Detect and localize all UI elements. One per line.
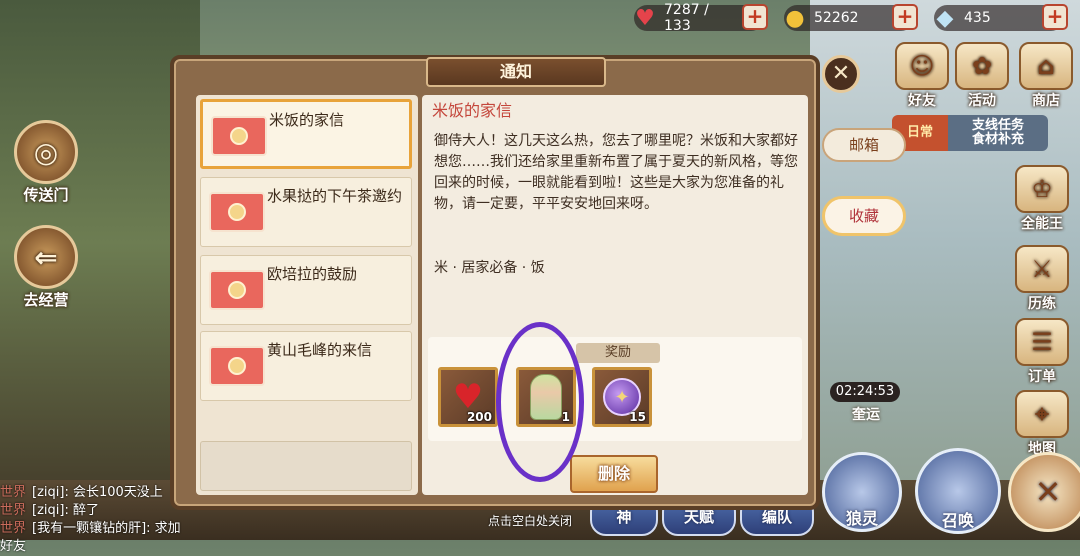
stamina-value: 7287 / 133 bbox=[664, 2, 709, 34]
mail-list: 米饭的家信 水果挞的下午茶邀约 欧培拉的鼓励 黄山毛峰的来信 bbox=[196, 95, 418, 495]
goto-business-button[interactable]: ⇐ 去经营 bbox=[6, 225, 86, 310]
events-label: 活动 bbox=[968, 93, 996, 109]
side-task-tab[interactable]: 支线任务 食材补充 bbox=[948, 115, 1048, 151]
gold-value: 52262 bbox=[814, 10, 859, 26]
tap-to-close-hint: 点击空白处关闭 bbox=[487, 514, 572, 528]
portal-label: 传送门 bbox=[23, 186, 69, 204]
close-icon[interactable]: ✕ bbox=[822, 55, 860, 93]
mail-item-title: 黄山毛峰的来信 bbox=[267, 341, 373, 359]
mail-content: 米饭的家信 御侍大人！这几天这么热，您去了哪里呢？米饭和大家都好想您……我们还给… bbox=[422, 95, 808, 495]
shop-icon: ⌂ bbox=[1019, 42, 1073, 90]
reward-item-orb[interactable]: ✦ 15 bbox=[592, 367, 652, 427]
summon-label: 召唤 bbox=[941, 511, 974, 530]
reward-label: 奖励 bbox=[576, 343, 660, 363]
heart-icon: ♥ bbox=[635, 5, 655, 31]
chat-line: 世界 [ziqi]: 醉了 bbox=[0, 503, 99, 518]
tab-favorites[interactable]: 收藏 bbox=[822, 196, 906, 236]
fork-spoon-button[interactable]: ✕ bbox=[1008, 452, 1080, 532]
heart-icon: ♥ bbox=[452, 377, 484, 417]
side-task-label: 支线任务 食材补充 bbox=[971, 118, 1024, 147]
character-icon bbox=[530, 374, 562, 420]
clipboard-icon: ☰ bbox=[1015, 318, 1069, 366]
reward-qty: 1 bbox=[561, 410, 570, 424]
daily-tasks-label: 日常 bbox=[906, 125, 933, 140]
omni-icon: ♔ bbox=[1015, 165, 1069, 213]
diamond-icon: ◆ bbox=[936, 5, 954, 31]
world-chat[interactable]: 世界 [ziqi]: 会长100天没上 世界 [ziqi]: 醉了 世界 [我有一颗镶… bbox=[0, 484, 190, 556]
notice-dialog: 通知 米饭的家信 水果挞的下午茶邀约 欧培拉的鼓励 黄山毛峰的来信 米饭的家信 … bbox=[170, 55, 820, 510]
mail-item-opera[interactable]: 欧培拉的鼓励 bbox=[200, 255, 412, 325]
shop-button[interactable]: ⌂ 商店 bbox=[1014, 42, 1078, 110]
expedition-timer: 02:24:53 bbox=[830, 382, 900, 402]
dialog-title: 通知 bbox=[426, 57, 606, 87]
mail-item-title: 水果挞的下午茶邀约 bbox=[267, 187, 403, 205]
add-stamina-button[interactable]: + bbox=[742, 4, 768, 30]
envelope-icon bbox=[209, 192, 265, 232]
mail-item-rice[interactable]: 米饭的家信 bbox=[200, 99, 412, 169]
portal-icon: ◎ bbox=[14, 120, 78, 184]
events-icon: ✿ bbox=[955, 42, 1009, 90]
envelope-icon bbox=[209, 346, 265, 386]
add-gold-button[interactable]: + bbox=[892, 4, 918, 30]
add-gem-button[interactable]: + bbox=[1042, 4, 1068, 30]
orders-label: 订单 bbox=[1028, 369, 1056, 385]
mail-item-huangshan[interactable]: 黄山毛峰的来信 bbox=[200, 331, 412, 401]
omni-label: 全能王 bbox=[1021, 216, 1063, 232]
orders-button[interactable]: ☰ 订单 bbox=[1010, 318, 1074, 386]
fork-spoon-icon: ✕ bbox=[1034, 473, 1062, 511]
mail-content-title: 米饭的家信 bbox=[432, 101, 513, 120]
delete-button[interactable]: 删除 bbox=[570, 455, 658, 493]
mail-item-fruit-tart[interactable]: 水果挞的下午茶邀约 bbox=[200, 177, 412, 247]
reward-qty: 15 bbox=[629, 410, 646, 424]
stamina-counter: ♥ 7287 / 133 + bbox=[634, 2, 768, 34]
chat-line: 世界 [ziqi]: 会长100天没上 bbox=[0, 485, 163, 500]
mail-item-title: 米饭的家信 bbox=[269, 111, 345, 129]
history-label: 历练 bbox=[1028, 296, 1056, 312]
reward-item-character[interactable]: 1 bbox=[516, 367, 576, 427]
arrow-left-icon: ⇐ bbox=[14, 225, 78, 289]
spirit-label: 狼灵 bbox=[845, 509, 878, 528]
mail-list-empty-slot bbox=[200, 441, 412, 491]
map-icon: ⌖ bbox=[1015, 390, 1069, 438]
portal-button[interactable]: ◎ 传送门 bbox=[6, 120, 86, 205]
expedition-button[interactable]: 奎运 bbox=[838, 404, 894, 424]
history-button[interactable]: ⚔ 历练 bbox=[1010, 245, 1074, 313]
history-icon: ⚔ bbox=[1015, 245, 1069, 293]
envelope-icon bbox=[209, 270, 265, 310]
tab-mailbox[interactable]: 邮箱 bbox=[822, 128, 906, 162]
friends-icon: ☺ bbox=[895, 42, 949, 90]
reward-panel: 奖励 ♥ 200 1 ✦ 15 bbox=[428, 337, 802, 441]
reward-qty: 200 bbox=[466, 410, 492, 424]
gem-value: 435 bbox=[964, 10, 991, 26]
goto-business-label: 去经营 bbox=[23, 291, 69, 309]
summon-button[interactable]: 召唤 bbox=[915, 448, 1001, 534]
map-button[interactable]: ⌖ 地图 bbox=[1010, 390, 1074, 458]
gem-counter: ◆ 435 + bbox=[934, 4, 1068, 31]
spirit-button[interactable]: 狼灵 bbox=[822, 452, 902, 532]
mail-sender: 米 · 居家必备 · 饭 bbox=[434, 260, 545, 276]
events-button[interactable]: ✿ 活动 bbox=[950, 42, 1014, 110]
mail-content-body: 御侍大人！这几天这么热，您去了哪里呢？米饭和大家都好想您……我们还给家里重新布置… bbox=[434, 133, 798, 212]
chat-line: 世界 [我有一颗镶钻的肝]: 求加好友 bbox=[0, 521, 181, 554]
shop-label: 商店 bbox=[1032, 93, 1060, 109]
envelope-icon bbox=[211, 116, 267, 156]
friends-button[interactable]: ☺ 好友 bbox=[890, 42, 954, 110]
mail-item-title: 欧培拉的鼓励 bbox=[267, 265, 358, 283]
gold-counter: ● 52262 + bbox=[784, 4, 918, 31]
friends-label: 好友 bbox=[908, 93, 936, 109]
omni-button[interactable]: ♔ 全能王 bbox=[1010, 165, 1074, 233]
coin-icon: ● bbox=[785, 5, 805, 31]
reward-item-heart[interactable]: ♥ 200 bbox=[438, 367, 498, 427]
